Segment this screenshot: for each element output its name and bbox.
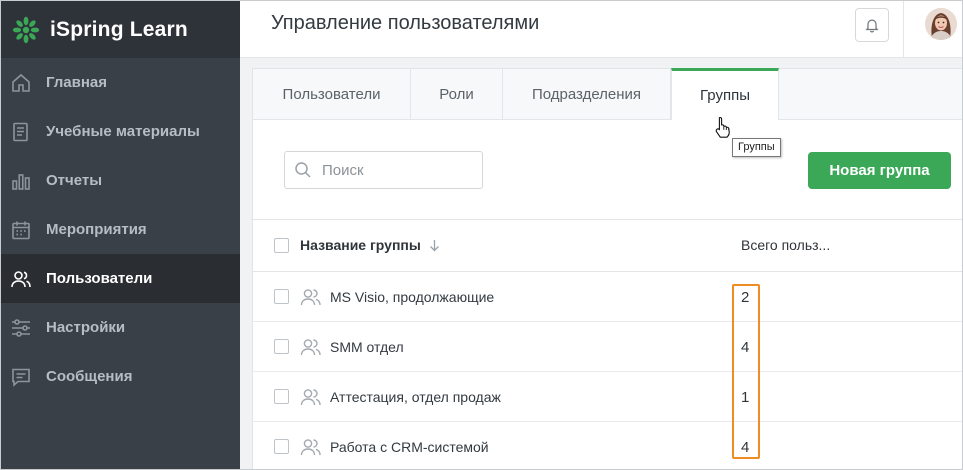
- sidebar-item-settings[interactable]: Настройки: [1, 303, 240, 352]
- tooltip: Группы: [732, 138, 781, 157]
- home-icon: [10, 72, 32, 94]
- select-all-checkbox[interactable]: [274, 238, 289, 253]
- column-header-name[interactable]: Название группы: [300, 237, 440, 253]
- chart-icon: [10, 170, 32, 192]
- sidebar-item-label: Мероприятия: [46, 221, 147, 238]
- sidebar: iSpring Learn Главная Учебные материалы …: [1, 1, 240, 469]
- document-icon: [10, 121, 32, 143]
- sidebar-item-events[interactable]: Мероприятия: [1, 205, 240, 254]
- row-checkbox[interactable]: [274, 289, 289, 304]
- column-header-total[interactable]: Всего польз...: [741, 237, 830, 253]
- bell-icon: [865, 19, 879, 33]
- table-row[interactable]: MS Visio, продолжающие 2: [253, 272, 962, 322]
- sidebar-item-label: Отчеты: [46, 172, 103, 189]
- table-row[interactable]: Аттестация, отдел продаж 1: [253, 372, 962, 422]
- group-icon: [300, 339, 321, 356]
- row-checkbox[interactable]: [274, 389, 289, 404]
- sidebar-item-messages[interactable]: Сообщения: [1, 352, 240, 401]
- row-checkbox[interactable]: [274, 339, 289, 354]
- new-group-button[interactable]: Новая группа: [808, 152, 951, 189]
- hand-cursor-icon: [715, 116, 730, 138]
- top-header: Управление пользователями: [240, 1, 962, 58]
- sliders-icon: [10, 317, 32, 339]
- table-row[interactable]: SMM отдел 4: [253, 322, 962, 372]
- sidebar-item-label: Настройки: [46, 319, 126, 336]
- group-name[interactable]: Аттестация, отдел продаж: [330, 389, 501, 405]
- notifications-button[interactable]: [855, 8, 889, 42]
- user-photo-icon: [925, 8, 957, 40]
- sidebar-item-reports[interactable]: Отчеты: [1, 156, 240, 205]
- sidebar-item-label: Учебные материалы: [46, 123, 200, 140]
- tab-label: Подразделения: [531, 86, 642, 103]
- avatar[interactable]: [925, 8, 957, 40]
- tab-users[interactable]: Пользователи: [253, 69, 411, 120]
- logo-text: iSpring Learn: [50, 17, 188, 41]
- group-name[interactable]: SMM отдел: [330, 339, 404, 355]
- search-icon: [295, 162, 311, 178]
- app-window: iSpring Learn Главная Учебные материалы …: [0, 0, 963, 470]
- sidebar-item-label: Сообщения: [46, 368, 133, 385]
- group-icon: [300, 389, 321, 406]
- group-icon: [300, 289, 321, 306]
- count-highlight-box: [732, 284, 760, 459]
- message-icon: [10, 366, 32, 388]
- sidebar-item-materials[interactable]: Учебные материалы: [1, 107, 240, 156]
- sidebar-item-label: Главная: [46, 74, 108, 91]
- groups-panel: Пользователи Роли Подразделения Группы Г…: [252, 68, 962, 469]
- tab-roles[interactable]: Роли: [411, 69, 503, 120]
- page-title: Управление пользователями: [271, 12, 540, 34]
- groups-table: Название группы Всего польз... MS Visio,…: [253, 219, 962, 469]
- search-box[interactable]: [284, 151, 483, 189]
- sort-arrow-down-icon: [429, 239, 439, 251]
- group-icon: [300, 439, 321, 456]
- tabs-bar: Пользователи Роли Подразделения Группы: [253, 68, 962, 120]
- column-header-label: Название группы: [300, 237, 421, 253]
- main-content: Пользователи Роли Подразделения Группы Г…: [240, 58, 962, 469]
- sidebar-item-label: Пользователи: [46, 270, 153, 287]
- tab-label: Пользователи: [282, 86, 381, 103]
- group-name[interactable]: MS Visio, продолжающие: [330, 289, 494, 305]
- calendar-icon: [10, 219, 32, 241]
- ispring-logo-icon: [12, 16, 40, 43]
- header-divider: [903, 1, 904, 58]
- tab-departments[interactable]: Подразделения: [503, 69, 671, 120]
- sidebar-item-users[interactable]: Пользователи: [1, 254, 240, 303]
- tab-groups[interactable]: Группы: [671, 68, 779, 120]
- search-input[interactable]: [322, 161, 472, 179]
- group-name[interactable]: Работа с CRM-системой: [330, 439, 489, 455]
- tab-label: Группы: [700, 87, 750, 104]
- users-icon: [10, 268, 32, 290]
- sidebar-item-home[interactable]: Главная: [1, 58, 240, 107]
- tab-label: Роли: [439, 86, 474, 103]
- table-row[interactable]: Работа с CRM-системой 4: [253, 422, 962, 469]
- row-checkbox[interactable]: [274, 439, 289, 454]
- sidebar-nav: Главная Учебные материалы Отчеты Меропри…: [1, 58, 240, 401]
- logo[interactable]: iSpring Learn: [1, 1, 240, 58]
- table-header: Название группы Всего польз...: [253, 219, 962, 272]
